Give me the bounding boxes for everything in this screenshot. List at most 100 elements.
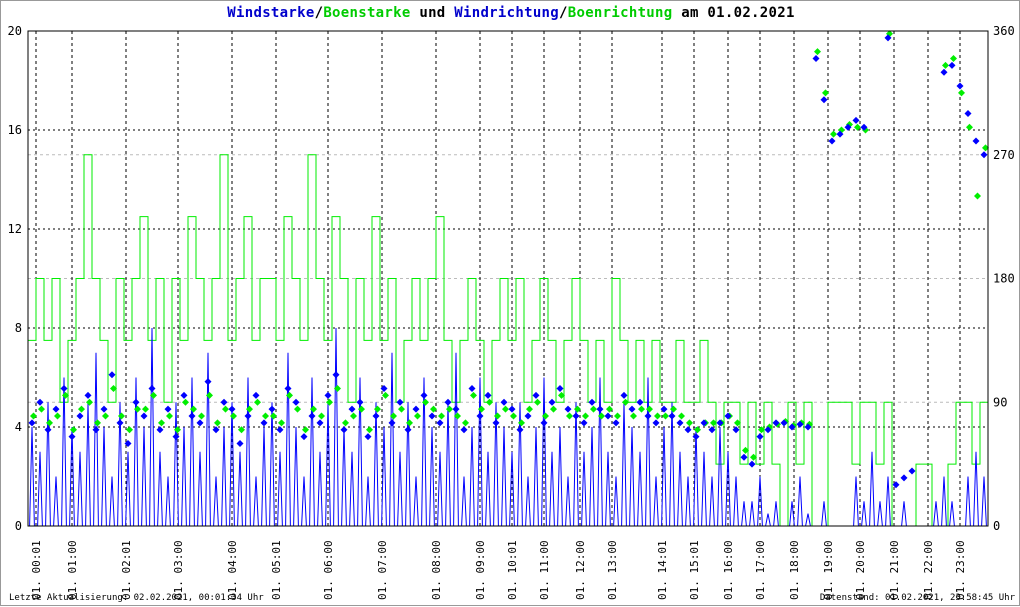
x-tick-label: 01. 22:00 bbox=[922, 540, 935, 600]
wind-direction-point bbox=[572, 412, 580, 420]
wind-direction-point bbox=[36, 398, 44, 406]
plot-area: 0 4 8 12 16 20 0 90 180 270 360 01. 00:01 01. 01:00 0… bbox=[8, 24, 1015, 600]
wind-direction-point bbox=[228, 405, 236, 413]
wind-direction-point bbox=[556, 385, 564, 392]
wind-direction-point bbox=[444, 398, 452, 406]
gust-direction-point bbox=[614, 412, 621, 420]
wind-direction-point bbox=[196, 419, 204, 427]
gust-direction-point bbox=[318, 412, 325, 420]
x-tick-label: 01. 02:01 bbox=[120, 540, 133, 600]
y-right-tick-label: 270 bbox=[993, 148, 1015, 162]
y-left-tick-label: 8 bbox=[15, 321, 22, 335]
wind-direction-point bbox=[980, 151, 988, 159]
wind-direction-point bbox=[156, 426, 164, 434]
x-tick-label: 01. 14:01 bbox=[656, 540, 669, 600]
wind-direction-point bbox=[324, 391, 332, 399]
gust-direction-point bbox=[654, 412, 661, 420]
gust-direction-point bbox=[686, 419, 693, 427]
gust-direction-point bbox=[142, 405, 149, 413]
wind-direction-point bbox=[60, 385, 68, 392]
wind-direction-point bbox=[436, 419, 444, 427]
gust-direction-point bbox=[278, 419, 285, 427]
gust-direction-point bbox=[638, 405, 645, 413]
gust-direction-point bbox=[590, 405, 597, 413]
gust-direction-point bbox=[222, 405, 229, 413]
x-tick-label: 01. 08:00 bbox=[430, 540, 443, 600]
wind-direction-point bbox=[964, 110, 972, 117]
wind-direction-point bbox=[236, 440, 244, 447]
x-tick-label: 01. 19:00 bbox=[822, 540, 835, 600]
wind-direction-point bbox=[620, 391, 628, 399]
gust-direction-point bbox=[678, 412, 685, 420]
wind-direction-point bbox=[292, 398, 300, 406]
gust-direction-point bbox=[158, 419, 165, 427]
gust-direction-point bbox=[494, 412, 501, 420]
wind-direction-point bbox=[628, 405, 636, 413]
x-tick-label: 01. 12:00 bbox=[574, 540, 587, 600]
wind-direction-point bbox=[412, 405, 420, 413]
wind-direction-point bbox=[940, 68, 948, 76]
wind-direction-point bbox=[268, 405, 276, 413]
x-tick-label: 01. 07:00 bbox=[376, 540, 389, 600]
gust-direction-point bbox=[582, 412, 589, 420]
wind-direction-point bbox=[204, 378, 212, 386]
x-tick-label: 01. 16:00 bbox=[722, 540, 735, 600]
gust-direction-point bbox=[398, 405, 405, 413]
gust-direction-point bbox=[262, 412, 269, 420]
wind-direction-point bbox=[252, 391, 260, 399]
gust-direction-point bbox=[70, 426, 77, 434]
gust-direction-point bbox=[470, 391, 477, 399]
wind-direction-point bbox=[908, 467, 916, 475]
x-tick-label: 01. 05:01 bbox=[270, 540, 283, 600]
wind-direction-point bbox=[52, 405, 60, 413]
wind-direction-point bbox=[596, 405, 604, 413]
gust-direction-point bbox=[518, 419, 525, 427]
wind-direction-point bbox=[108, 371, 116, 379]
gust-direction-point bbox=[326, 398, 333, 406]
x-tick-label: 01. 21:00 bbox=[888, 540, 901, 600]
gust-direction-point bbox=[230, 412, 237, 420]
gust-direction-point bbox=[350, 412, 357, 420]
gust-direction-point bbox=[814, 48, 821, 56]
wind-direction-point bbox=[468, 385, 476, 392]
wind-direction-point bbox=[484, 391, 492, 399]
gust-direction-point bbox=[830, 130, 837, 138]
wind-direction-point bbox=[748, 460, 756, 468]
wind-direction-point bbox=[508, 405, 516, 413]
gust-direction-point bbox=[422, 398, 429, 406]
gust-direction-point bbox=[510, 412, 517, 420]
wind-direction-point bbox=[828, 137, 836, 145]
wind-direction-point bbox=[68, 433, 76, 441]
wind-direction-point bbox=[852, 116, 860, 124]
gust-direction-point bbox=[550, 405, 557, 413]
x-tick-label: 01. 15:01 bbox=[688, 540, 701, 600]
wind-direction-point bbox=[612, 419, 620, 427]
wind-direction-point bbox=[332, 371, 340, 379]
wind-direction-point bbox=[276, 426, 284, 434]
wind-direction-point bbox=[500, 398, 508, 406]
gust-series-line bbox=[28, 154, 988, 527]
y-right-tick-label: 0 bbox=[993, 519, 1000, 533]
wind-direction-point bbox=[340, 426, 348, 434]
wind-direction-point bbox=[516, 426, 524, 434]
gust-direction-point bbox=[630, 412, 637, 420]
x-tick-label: 01. 00:01 bbox=[30, 540, 43, 600]
wind-direction-point bbox=[76, 412, 84, 420]
wind-direction-point bbox=[756, 433, 764, 441]
gust-direction-point bbox=[270, 412, 277, 420]
gust-direction-point bbox=[662, 412, 669, 420]
wind-direction-point bbox=[668, 412, 676, 420]
wind-direction-point bbox=[948, 61, 956, 69]
y-left-tick-label: 20 bbox=[8, 24, 22, 38]
wind-direction-point bbox=[548, 398, 556, 406]
wind-direction-point bbox=[364, 433, 372, 441]
gust-direction-point bbox=[526, 405, 533, 413]
wind-direction-point bbox=[220, 398, 228, 406]
gust-direction-point bbox=[382, 391, 389, 399]
wind-direction-point bbox=[300, 433, 308, 441]
y-left-tick-label: 4 bbox=[15, 420, 22, 434]
gust-direction-point bbox=[462, 419, 469, 427]
gust-direction-point bbox=[118, 412, 125, 420]
wind-direction-point bbox=[28, 419, 36, 427]
x-tick-label: 01. 11:00 bbox=[538, 540, 551, 600]
